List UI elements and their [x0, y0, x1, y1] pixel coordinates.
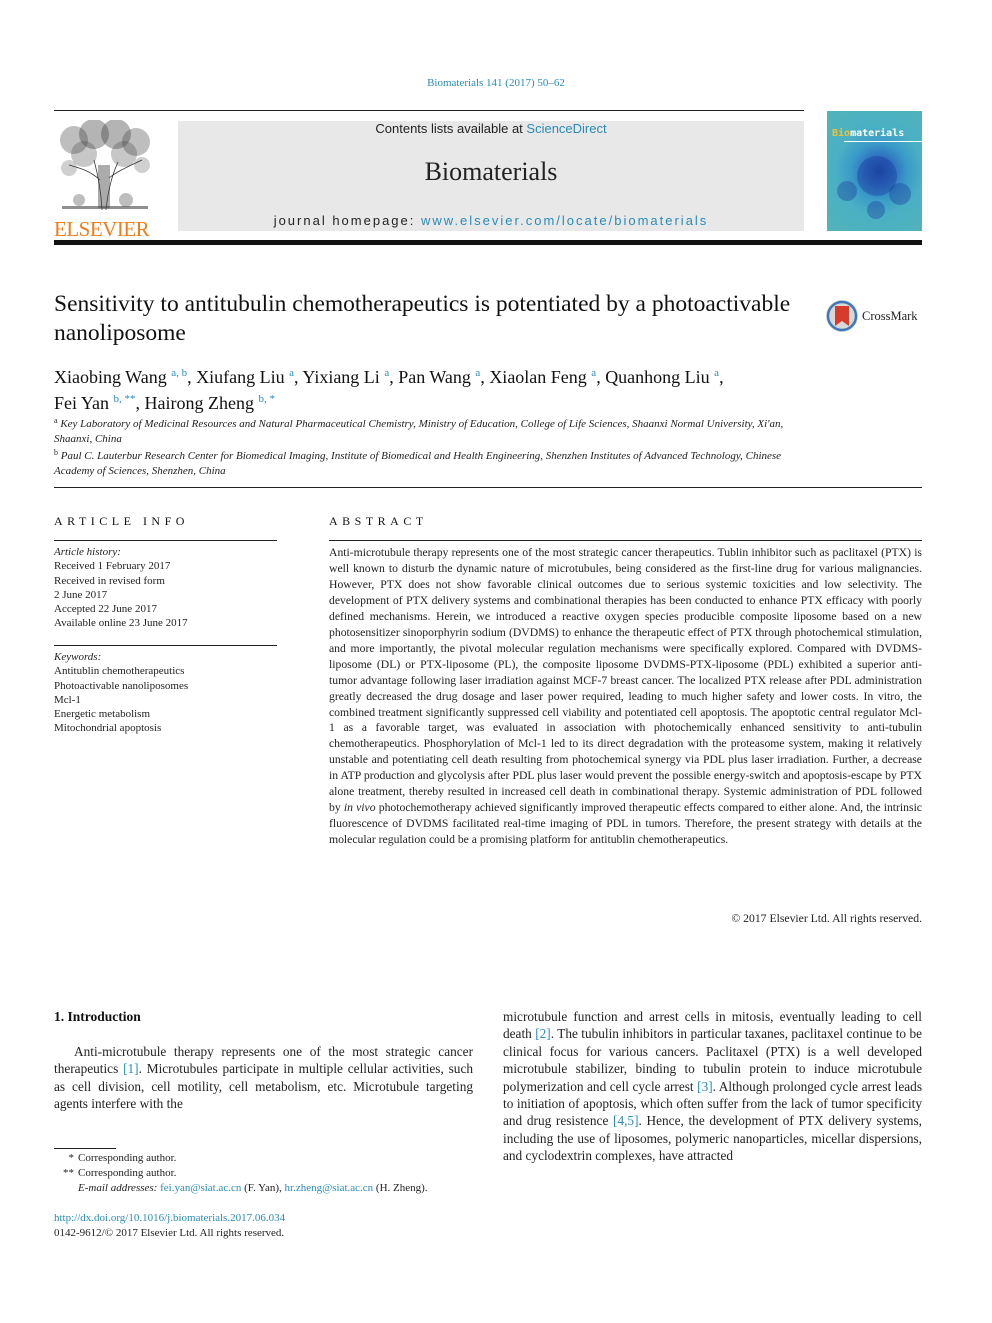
cover-rule: [844, 141, 922, 142]
journal-citation[interactable]: Biomaterials 141 (2017) 50–62: [0, 77, 992, 89]
abstract-text: Anti-microtubule therapy represents one …: [329, 546, 922, 847]
journal-cover-image[interactable]: Biomaterials: [827, 111, 922, 231]
elsevier-wordmark: ELSEVIER: [54, 217, 150, 241]
footnote-corresponding-1: * Corresponding author.: [68, 1152, 177, 1164]
footnotes: * Corresponding author. ** Corresponding a…: [54, 1151, 494, 1196]
keyword-item: Photoactivable nanoliposomes: [54, 679, 189, 692]
elsevier-logo[interactable]: ELSEVIER: [54, 119, 154, 241]
intro-column-1: Anti-microtubule therapy represents one …: [54, 1044, 473, 1112]
crossmark-icon: [826, 300, 858, 332]
journal-banner: Contents lists available at ScienceDirec…: [178, 121, 804, 231]
keywords-divider: [54, 645, 277, 646]
email-link[interactable]: fei.yan@siat.ac.cn: [160, 1182, 241, 1194]
section-divider: [54, 487, 922, 488]
author[interactable]: Yixiang Li a: [302, 367, 389, 387]
journal-title: Biomaterials: [424, 157, 558, 186]
issn-copyright: 0142-9612/© 2017 Elsevier Ltd. All right…: [54, 1227, 285, 1239]
reference-link[interactable]: [4,5]: [613, 1113, 638, 1128]
email-link[interactable]: hr.zheng@siat.ac.cn: [285, 1182, 374, 1194]
article-info-divider: [54, 540, 277, 541]
contents-line: Contents lists available at ScienceDirec…: [375, 121, 607, 136]
affiliation-b: b Paul C. Lauterbur Research Center for …: [54, 448, 782, 477]
abstract-divider: [329, 540, 922, 541]
article-info-heading: ARTICLE INFO: [54, 514, 189, 528]
history-item: Available online 23 June 2017: [54, 617, 188, 630]
author[interactable]: Xiaolan Feng a: [489, 367, 596, 387]
history-item: Received 1 February 2017: [54, 560, 171, 573]
article-history: Article history: Received 1 February 201…: [54, 545, 284, 631]
author[interactable]: Hairong Zheng b, *: [145, 393, 275, 413]
crossmark-button[interactable]: CrossMark: [825, 296, 918, 336]
keyword-item: Energetic metabolism: [54, 708, 151, 721]
author[interactable]: Pan Wang a: [398, 367, 480, 387]
doi-link[interactable]: http://dx.doi.org/10.1016/j.biomaterials…: [54, 1212, 285, 1224]
author-list: Xiaobing Wang a, b, Xiufang Liu a, Yixia…: [54, 367, 724, 413]
keyword-item: Mcl-1: [54, 693, 81, 706]
keyword-item: Mitochondrial apoptosis: [54, 722, 162, 735]
introduction-heading: 1. Introduction: [54, 1009, 141, 1024]
author[interactable]: Fei Yan b, **: [54, 393, 136, 413]
doi-block: http://dx.doi.org/10.1016/j.biomaterials…: [54, 1211, 285, 1241]
author[interactable]: Xiaobing Wang a, b: [54, 367, 187, 387]
journal-homepage: journal homepage: www.elsevier.com/locat…: [273, 213, 709, 228]
homepage-link[interactable]: www.elsevier.com/locate/biomaterials: [421, 213, 708, 228]
history-item: 2 June 2017: [54, 588, 108, 601]
keywords: Keywords: Antitublin chemotherapeutics P…: [54, 650, 284, 736]
history-item: Accepted 22 June 2017: [54, 603, 157, 616]
elsevier-tree-icon: [60, 119, 150, 211]
crossmark-label: CrossMark: [862, 308, 918, 323]
article-title: Sensitivity to antitubulin chemotherapeu…: [54, 291, 791, 346]
header-divider: [54, 110, 804, 111]
footnote-divider: [54, 1148, 116, 1149]
sciencedirect-link[interactable]: ScienceDirect: [526, 121, 606, 136]
intro-column-2: microtubule function and arrest cells in…: [503, 1009, 922, 1164]
affiliations: a Key Laboratory of Medicinal Resources …: [54, 414, 804, 478]
abstract-copyright: © 2017 Elsevier Ltd. All rights reserved…: [731, 912, 922, 925]
header-thick-divider: [54, 240, 922, 245]
author[interactable]: Xiufang Liu a: [196, 367, 294, 387]
history-item: Received in revised form: [54, 574, 165, 587]
affiliation-a: a Key Laboratory of Medicinal Resources …: [54, 416, 784, 445]
footnote-corresponding-2: ** Corresponding author.: [63, 1167, 177, 1179]
reference-link[interactable]: [3]: [697, 1079, 713, 1094]
author[interactable]: Quanhong Liu a: [605, 367, 719, 387]
reference-link[interactable]: [2]: [535, 1026, 551, 1041]
reference-link[interactable]: [1]: [123, 1061, 139, 1076]
footnote-emails: E-mail addresses: fei.yan@siat.ac.cn (F.…: [78, 1182, 428, 1194]
abstract-heading: ABSTRACT: [329, 514, 428, 528]
keyword-item: Antitublin chemotherapeutics: [54, 665, 185, 678]
cover-title: Biomaterials: [832, 128, 905, 139]
